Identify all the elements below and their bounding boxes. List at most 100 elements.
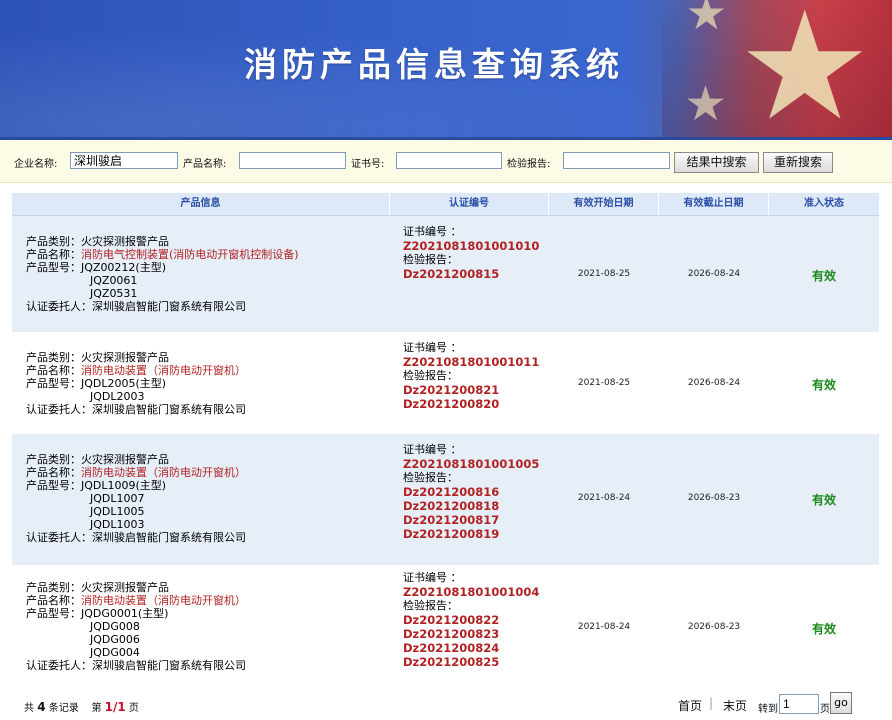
entrust-label: 认证委托人： — [26, 300, 92, 313]
model-value: JQDL2003 — [90, 390, 145, 403]
cert-number-value: Z2021081801001011 — [403, 355, 540, 369]
model-value: JQDG004 — [90, 646, 140, 659]
name-value: 消防电气控制装置(消防电动开窗机控制设备) — [81, 248, 299, 261]
last-page-link[interactable]: 末页 — [723, 697, 747, 714]
report-value: Dz2021200818 — [403, 499, 500, 513]
report-label: 检验报告： — [403, 599, 458, 612]
search-again-button[interactable]: 重新搜索 — [763, 152, 833, 173]
category-value: 火灾探测报警产品 — [81, 235, 169, 248]
product-name-label: 产品名称: — [183, 159, 227, 170]
first-page-link[interactable]: 首页 — [678, 697, 702, 714]
report-value: Dz2021200819 — [403, 527, 500, 541]
cert-info: 证书编号 ： Z2021081801001011 检验报告： Dz2021200… — [403, 341, 539, 411]
header-status: 准入状态 — [804, 198, 844, 209]
category-label: 产品类别： — [26, 235, 81, 248]
end-date: 2026-08-23 — [687, 622, 741, 632]
go-button[interactable]: go — [830, 692, 852, 714]
goto-suffix: 页 — [820, 704, 830, 715]
record-count: 共 4 条记录 第 1/1 页 — [24, 699, 139, 714]
cert-number-label: 证书编号 ： — [403, 571, 462, 584]
model-label: 产品型号： — [26, 377, 81, 390]
name-label: 产品名称： — [26, 248, 81, 261]
search-in-results-button[interactable]: 结果中搜索 — [674, 152, 759, 173]
model-value: JQDL1007 — [90, 492, 145, 505]
cert-number-label: 证书编号 ： — [403, 443, 462, 456]
product-info: 产品类别：火灾探测报警产品 产品名称：消防电动装置（消防电动开窗机） 产品型号：… — [26, 453, 246, 544]
table-row: 产品类别：火灾探测报警产品 产品名称：消防电动装置（消防电动开窗机） 产品型号：… — [12, 434, 879, 565]
report-value: Dz2021200822 — [403, 613, 500, 627]
category-value: 火灾探测报警产品 — [81, 581, 169, 594]
cert-info: 证书编号 ： Z2021081801001005 检验报告： Dz2021200… — [403, 443, 539, 541]
start-date: 2021-08-25 — [577, 378, 631, 388]
model-value: JQZ0531 — [90, 287, 138, 300]
report-value: Dz2021200824 — [403, 641, 500, 655]
entrust-label: 认证委托人： — [26, 531, 92, 544]
report-value: Dz2021200817 — [403, 513, 500, 527]
table-row: 产品类别：火灾探测报警产品 产品名称：消防电动装置（消防电动开窗机） 产品型号：… — [12, 565, 879, 689]
star-icon: ★ — [737, 0, 872, 140]
model-label: 产品型号： — [26, 607, 81, 620]
entrust-value: 深圳骏启智能门窗系统有限公司 — [92, 403, 246, 416]
total-prefix: 共 — [24, 703, 34, 714]
cert-info: 证书编号 ： Z2021081801001004 检验报告： Dz2021200… — [403, 571, 539, 669]
company-name-input[interactable] — [70, 152, 178, 169]
name-label: 产品名称： — [26, 364, 81, 377]
report-value: Dz2021200816 — [403, 485, 500, 499]
company-name-label: 企业名称: — [14, 159, 58, 170]
table-header: 产品信息 认证编号 有效开始日期 有效截止日期 准入状态 — [12, 193, 879, 216]
pagination-bar: 共 4 条记录 第 1/1 页 首页 | 末页 转到 页 go — [0, 690, 892, 720]
goto-label: 转到 — [758, 704, 778, 715]
category-label: 产品类别： — [26, 351, 81, 364]
header-start-date: 有效开始日期 — [549, 193, 659, 215]
star-icon: ★ — [685, 0, 727, 40]
model-label: 产品型号： — [26, 479, 81, 492]
status-badge: 有效 — [811, 493, 836, 507]
name-value: 消防电动装置（消防电动开窗机） — [81, 466, 246, 479]
category-value: 火灾探测报警产品 — [81, 453, 169, 466]
name-value: 消防电动装置（消防电动开窗机） — [81, 594, 246, 607]
status-badge: 有效 — [811, 378, 836, 392]
report-label: 检验报告： — [403, 471, 458, 484]
model-value: JQDL1009(主型) — [81, 479, 167, 492]
cert-number-value: Z2021081801001004 — [403, 585, 540, 599]
product-info: 产品类别：火灾探测报警产品 产品名称：消防电动装置（消防电动开窗机） 产品型号：… — [26, 581, 246, 672]
report-input[interactable] — [563, 152, 670, 169]
model-value: JQDG0001(主型) — [81, 607, 169, 620]
table-row: 产品类别：火灾探测报警产品 产品名称：消防电动装置（消防电动开窗机） 产品型号：… — [12, 332, 879, 434]
model-value: JQZ00212(主型) — [81, 261, 167, 274]
model-value: JQDL1003 — [90, 518, 145, 531]
cert-number-input[interactable] — [396, 152, 502, 169]
status-badge: 有效 — [811, 622, 836, 636]
report-label: 检验报告: — [507, 159, 551, 170]
header-end-date: 有效截止日期 — [659, 193, 769, 215]
page-title: 消防产品信息查询系统 — [244, 45, 624, 84]
category-value: 火灾探测报警产品 — [81, 351, 169, 364]
model-value: JQZ0061 — [90, 274, 138, 287]
entrust-label: 认证委托人： — [26, 403, 92, 416]
start-date: 2021-08-24 — [577, 493, 631, 503]
end-date: 2026-08-24 — [687, 269, 741, 279]
entrust-value: 深圳骏启智能门窗系统有限公司 — [92, 659, 246, 672]
product-info: 产品类别：火灾探测报警产品 产品名称：消防电气控制装置(消防电动开窗机控制设备)… — [26, 235, 299, 313]
report-value: Dz2021200820 — [403, 397, 500, 411]
category-label: 产品类别： — [26, 581, 81, 594]
model-value: JQDL1005 — [90, 505, 145, 518]
divider: | — [709, 696, 714, 710]
entrust-label: 认证委托人： — [26, 659, 92, 672]
page-prefix: 第 — [91, 703, 102, 714]
report-value: Dz2021200821 — [403, 383, 500, 397]
report-label: 检验报告： — [403, 253, 458, 266]
status-badge: 有效 — [811, 269, 836, 283]
model-value: JQDG006 — [90, 633, 140, 646]
cert-info: 证书编号 ： Z2021081801001010 检验报告： Dz2021200… — [403, 225, 539, 281]
total-suffix: 条记录 — [48, 703, 79, 714]
product-name-input[interactable] — [239, 152, 346, 169]
cert-number-label: 证书编号 ： — [403, 225, 462, 238]
page-indicator: 1/1 — [104, 700, 126, 714]
page-suffix: 页 — [128, 703, 139, 714]
star-icon: ★ — [683, 76, 727, 132]
header-banner: ★ ★ ★ 消防产品信息查询系统 — [0, 0, 892, 140]
page-number-input[interactable] — [779, 694, 819, 714]
report-value: Dz2021200815 — [403, 267, 500, 281]
entrust-value: 深圳骏启智能门窗系统有限公司 — [92, 531, 246, 544]
